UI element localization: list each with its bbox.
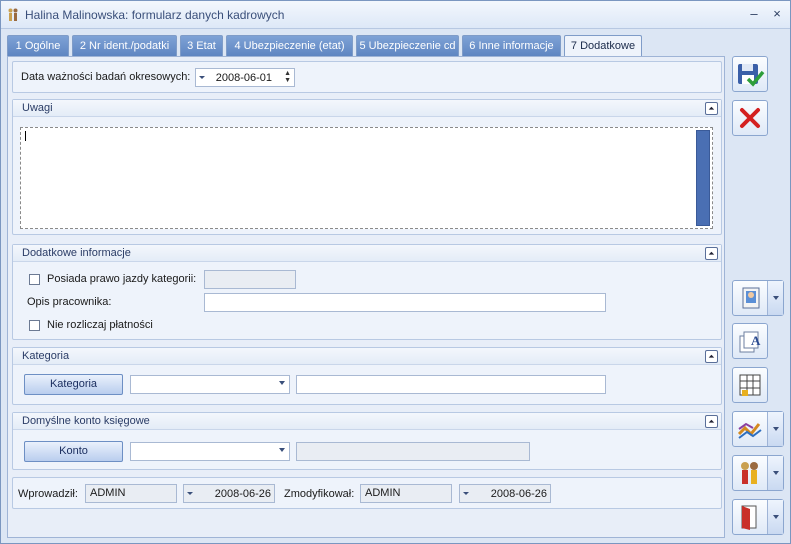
collapse-icon[interactable]: ⏶	[705, 247, 718, 260]
dodatkowe-title: Dodatkowe informacje	[22, 247, 131, 259]
uwagi-scrollbar[interactable]	[696, 130, 710, 226]
tab-content-panel: Data ważności badań okresowych: 2008-06-…	[7, 56, 725, 538]
badania-date-field[interactable]: 2008-06-01 ▲ ▼	[195, 68, 295, 87]
chevron-down-icon[interactable]	[279, 381, 285, 385]
konto-group: Domyślne konto księgowe ⏶ Konto	[12, 412, 722, 470]
tab-nr-ident[interactable]: 2 Nr ident./podatki	[72, 35, 177, 57]
save-icon	[738, 64, 765, 87]
nie-rozliczaj-label: Nie rozliczaj płatności	[47, 319, 153, 331]
tab-etat[interactable]: 3 Etat	[180, 35, 223, 57]
wprowadzil-user-field: ADMIN	[85, 484, 177, 503]
collapse-icon[interactable]: ⏶	[705, 102, 718, 115]
opis-label: Opis pracownika:	[27, 296, 112, 308]
chevron-down-icon[interactable]	[767, 281, 783, 315]
employee-card-icon	[742, 287, 760, 309]
minimize-button[interactable]: –	[746, 6, 762, 22]
uwagi-textarea[interactable]	[20, 127, 713, 229]
tab-ubezpieczenie-etat[interactable]: 4 Ubezpieczenie (etat)	[226, 35, 353, 57]
zmodyfikowal-date-value: 2008-06-26	[490, 488, 547, 500]
dodatkowe-header: Dodatkowe informacje ⏶	[13, 245, 721, 262]
collapse-icon[interactable]: ⏶	[705, 415, 718, 428]
employee-card-button[interactable]	[732, 280, 784, 316]
save-button[interactable]	[732, 56, 768, 92]
documents-icon: A	[739, 331, 761, 353]
tab-ubezpieczenie-cd[interactable]: 5 Ubezpieczenie cd	[356, 35, 459, 57]
close-button[interactable]: ×	[769, 6, 785, 22]
collapse-icon[interactable]: ⏶	[705, 350, 718, 363]
konto-title: Domyślne konto księgowe	[22, 415, 150, 427]
zmodyfikowal-label: Zmodyfikował:	[284, 488, 355, 500]
chevron-down-icon[interactable]	[767, 456, 783, 490]
kategoria-header: Kategoria ⏶	[13, 348, 721, 365]
prawo-jazdy-checkbox[interactable]	[29, 274, 40, 285]
kategoria-combo[interactable]	[130, 375, 290, 394]
door-button[interactable]	[732, 499, 784, 535]
wprowadzil-date-field: 2008-06-26	[183, 484, 275, 503]
chevron-down-icon[interactable]	[767, 412, 783, 446]
wprowadzil-label: Wprowadził:	[18, 488, 78, 500]
window-title: Halina Malinowska: formularz danych kadr…	[25, 8, 285, 22]
konto-combo[interactable]	[130, 442, 290, 461]
zmodyfikowal-user-field: ADMIN	[360, 484, 452, 503]
tab-ogolne[interactable]: 1 Ogólne	[7, 35, 69, 57]
chevron-down-icon	[463, 492, 469, 495]
chart-icon	[737, 422, 762, 439]
badania-date-value: 2008-06-01	[215, 72, 272, 84]
text-caret	[25, 131, 26, 141]
chevron-down-icon[interactable]	[199, 76, 205, 79]
documents-button[interactable]: A	[732, 323, 768, 359]
chevron-down-icon[interactable]	[279, 448, 285, 452]
kategoria-group: Kategoria ⏶ Kategoria	[12, 347, 722, 405]
spin-icon[interactable]: ▲ ▼	[284, 70, 291, 84]
app-icon	[8, 8, 18, 21]
wprowadzil-date-value: 2008-06-26	[214, 488, 271, 500]
cancel-icon	[740, 108, 760, 128]
chevron-down-icon[interactable]	[767, 500, 783, 534]
uwagi-title: Uwagi	[22, 102, 53, 114]
prawo-jazdy-label: Posiada prawo jazdy kategorii:	[47, 273, 197, 285]
table-icon	[739, 374, 761, 396]
dodatkowe-group: Dodatkowe informacje ⏶ Posiada prawo jaz…	[12, 244, 722, 340]
nie-rozliczaj-checkbox[interactable]	[29, 320, 40, 331]
kategoria-button[interactable]: Kategoria	[24, 374, 123, 395]
tab-inne-informacje[interactable]: 6 Inne informacje	[462, 35, 561, 57]
prawo-jazdy-field[interactable]	[204, 270, 296, 289]
uwagi-header: Uwagi ⏶	[13, 100, 721, 117]
kategoria-text-field[interactable]	[296, 375, 606, 394]
window: Halina Malinowska: formularz danych kadr…	[0, 0, 791, 544]
badania-group: Data ważności badań okresowych: 2008-06-…	[12, 61, 722, 93]
audit-group: Wprowadził: ADMIN 2008-06-26 Zmodyfikowa…	[12, 477, 722, 509]
tab-dodatkowe[interactable]: 7 Dodatkowe	[564, 35, 642, 58]
table-button[interactable]	[732, 367, 768, 403]
konto-button[interactable]: Konto	[24, 441, 123, 462]
door-icon	[741, 505, 757, 530]
svg-text:A: A	[751, 333, 761, 348]
konto-header: Domyślne konto księgowe ⏶	[13, 413, 721, 430]
people-icon	[741, 462, 758, 484]
people-button[interactable]	[732, 455, 784, 491]
chart-button[interactable]	[732, 411, 784, 447]
cancel-button[interactable]	[732, 100, 768, 136]
title-bar: Halina Malinowska: formularz danych kadr…	[1, 1, 790, 29]
chevron-down-icon	[187, 492, 193, 495]
kategoria-title: Kategoria	[22, 350, 70, 362]
konto-text-field	[296, 442, 530, 461]
badania-label: Data ważności badań okresowych:	[21, 71, 191, 83]
opis-field[interactable]	[204, 293, 606, 312]
zmodyfikowal-date-field: 2008-06-26	[459, 484, 551, 503]
